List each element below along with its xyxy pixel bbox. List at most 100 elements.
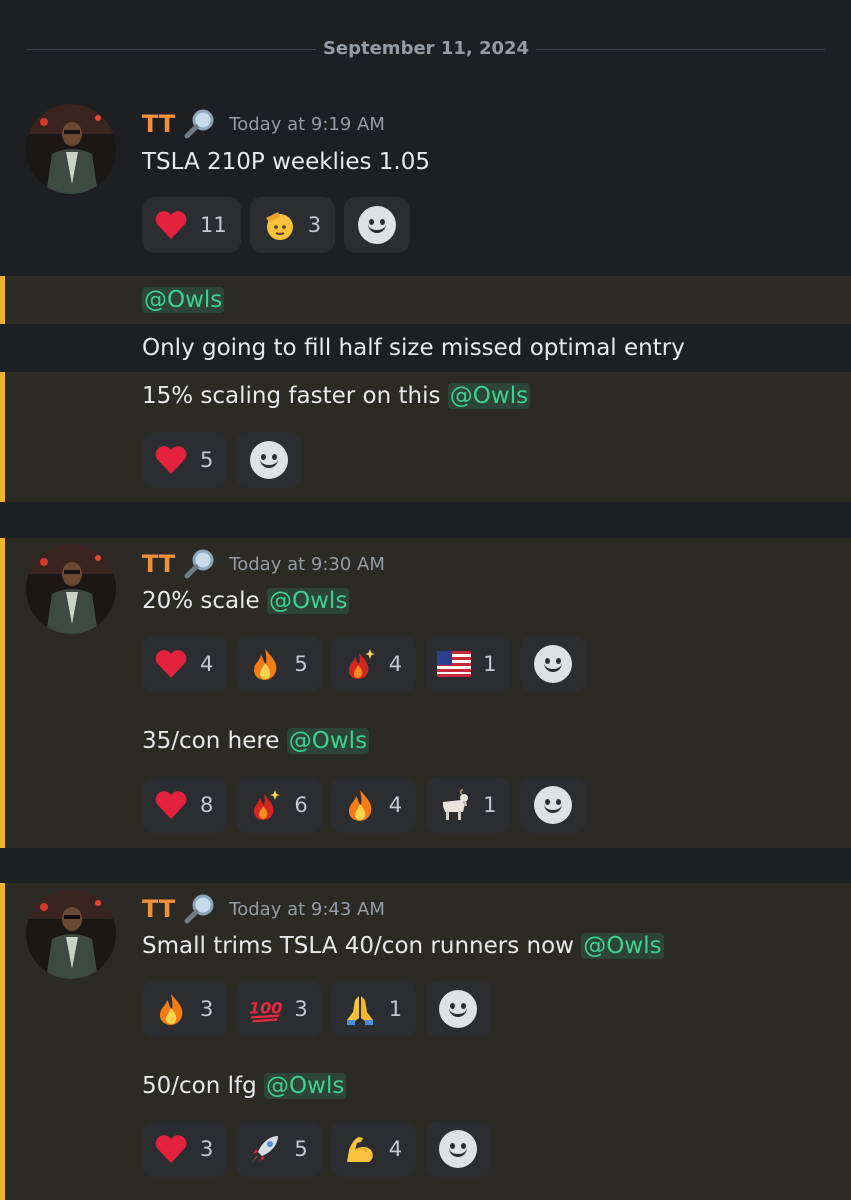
mention[interactable]: @Owls <box>581 933 664 959</box>
reaction-fire[interactable]: 3 <box>142 981 228 1037</box>
reaction-heart[interactable]: 8 <box>142 777 228 833</box>
divider-date: September 11, 2024 <box>322 38 530 59</box>
message-text: TSLA 210P weeklies 1.05 <box>142 149 430 175</box>
heart-icon <box>154 788 188 822</box>
message-line-plain: Only going to fill half size missed opti… <box>0 324 851 372</box>
message-text: 20% scale @Owls <box>142 585 350 617</box>
fire-icon <box>343 788 377 822</box>
magnifier-icon <box>183 548 217 580</box>
message-group-3: TT Today at 9:30 AM 20% scale @Owls 4 5 … <box>0 538 851 848</box>
avatar[interactable] <box>26 889 116 979</box>
reaction-hundred[interactable]: 100 3 <box>236 981 322 1037</box>
reaction-count: 1 <box>483 793 497 817</box>
fire-sparkle-icon <box>343 647 377 681</box>
heart-icon <box>154 1132 188 1166</box>
flexed-biceps-icon <box>343 1132 377 1166</box>
mention[interactable]: @Owls <box>286 728 370 754</box>
magnifier-icon <box>183 108 217 140</box>
reaction-us-flag[interactable]: 1 <box>425 636 511 692</box>
message-text: 15% scaling faster on this @Owls <box>142 380 531 412</box>
reaction-fire-sparkle[interactable]: 4 <box>330 636 417 692</box>
reaction-praying-hands[interactable]: 1 <box>330 981 417 1037</box>
message-header: TT Today at 9:30 AM <box>142 548 385 580</box>
add-reaction-button[interactable] <box>425 1121 492 1177</box>
reaction-goat[interactable]: 1 <box>425 777 511 833</box>
heart-icon <box>154 443 188 477</box>
reaction-heart[interactable]: 4 <box>142 636 228 692</box>
avatar[interactable] <box>26 544 116 634</box>
reaction-flexed-biceps[interactable]: 4 <box>330 1121 417 1177</box>
date-divider: September 11, 2024 <box>0 0 851 98</box>
smiley-icon <box>250 441 289 479</box>
fire-icon <box>154 992 188 1026</box>
timestamp: Today at 9:30 AM <box>229 553 385 575</box>
reaction-count: 4 <box>200 652 214 676</box>
fire-sparkle-icon <box>248 788 282 822</box>
divider-line <box>536 49 825 50</box>
reaction-bar: 3 5 4 <box>142 1121 492 1177</box>
message-group-4: TT Today at 9:43 AM Small trims TSLA 40/… <box>0 883 851 1200</box>
reaction-count: 11 <box>200 213 227 237</box>
reaction-heart[interactable]: 3 <box>142 1121 228 1177</box>
reaction-fire[interactable]: 4 <box>330 777 417 833</box>
magnifier-icon <box>183 893 217 925</box>
username[interactable]: TT <box>142 110 175 138</box>
message-line-mention: @Owls <box>0 276 851 324</box>
username[interactable]: TT <box>142 550 175 578</box>
praying-hands-icon <box>343 992 377 1026</box>
message-text-part: Small trims TSLA 40/con runners now <box>142 933 582 959</box>
heart-icon <box>154 647 188 681</box>
timestamp: Today at 9:43 AM <box>229 898 385 920</box>
add-reaction-button[interactable] <box>236 432 303 488</box>
mention[interactable]: @Owls <box>447 383 531 409</box>
timestamp: Today at 9:19 AM <box>229 113 385 135</box>
reaction-count: 5 <box>294 1137 308 1161</box>
reaction-count: 4 <box>388 793 403 817</box>
reaction-count: 3 <box>200 997 214 1021</box>
mention[interactable]: @Owls <box>267 588 350 614</box>
reaction-bar: 8 6 4 1 <box>142 777 586 833</box>
mention[interactable]: @Owls <box>142 287 225 313</box>
reaction-count: 3 <box>200 1137 214 1161</box>
reaction-count: 3 <box>307 213 322 237</box>
message-text-part: 15% scaling faster on this <box>142 383 448 409</box>
smiley-icon <box>439 990 478 1028</box>
add-reaction-button[interactable] <box>425 981 492 1037</box>
reaction-count: 4 <box>388 652 403 676</box>
message-text-part: 50/con lfg <box>142 1073 265 1099</box>
message-text-part: 35/con here <box>142 728 287 754</box>
add-reaction-button[interactable] <box>519 777 586 833</box>
reaction-bar: 3 100 3 1 <box>142 981 492 1037</box>
add-reaction-button[interactable] <box>344 197 411 253</box>
hundred-icon: 100 <box>248 992 282 1026</box>
saluting-face-icon <box>262 208 296 242</box>
reaction-fire-sparkle[interactable]: 6 <box>236 777 322 833</box>
mention[interactable]: @Owls <box>264 1073 347 1099</box>
message-text: Small trims TSLA 40/con runners now @Owl… <box>142 930 664 962</box>
message-group-2: 15% scaling faster on this @Owls 5 <box>0 372 851 502</box>
reaction-count: 3 <box>294 997 308 1021</box>
message-header: TT Today at 9:43 AM <box>142 893 385 925</box>
username[interactable]: TT <box>142 895 175 923</box>
message-gap <box>0 502 851 538</box>
reaction-count: 8 <box>200 793 214 817</box>
smiley-icon <box>439 1130 478 1168</box>
reaction-rocket[interactable]: 5 <box>236 1121 322 1177</box>
message-header: TT Today at 9:19 AM <box>142 108 385 140</box>
message-text: @Owls <box>142 284 225 316</box>
smiley-icon <box>533 786 572 824</box>
reaction-count: 4 <box>388 1137 403 1161</box>
message-text: Only going to fill half size missed opti… <box>142 335 685 361</box>
reaction-fire[interactable]: 5 <box>236 636 322 692</box>
add-reaction-button[interactable] <box>519 636 586 692</box>
reaction-saluting-face[interactable]: 3 <box>249 197 336 253</box>
message-group-1: TT Today at 9:19 AM TSLA 210P weeklies 1… <box>0 98 851 276</box>
reaction-count: 1 <box>483 652 497 676</box>
heart-icon <box>154 208 188 242</box>
rocket-icon <box>248 1132 282 1166</box>
reaction-heart[interactable]: 5 <box>142 432 228 488</box>
smiley-icon <box>358 206 397 244</box>
message-text-part: 20% scale <box>142 588 268 614</box>
reaction-heart[interactable]: 11 <box>142 197 241 253</box>
avatar[interactable] <box>26 104 116 194</box>
